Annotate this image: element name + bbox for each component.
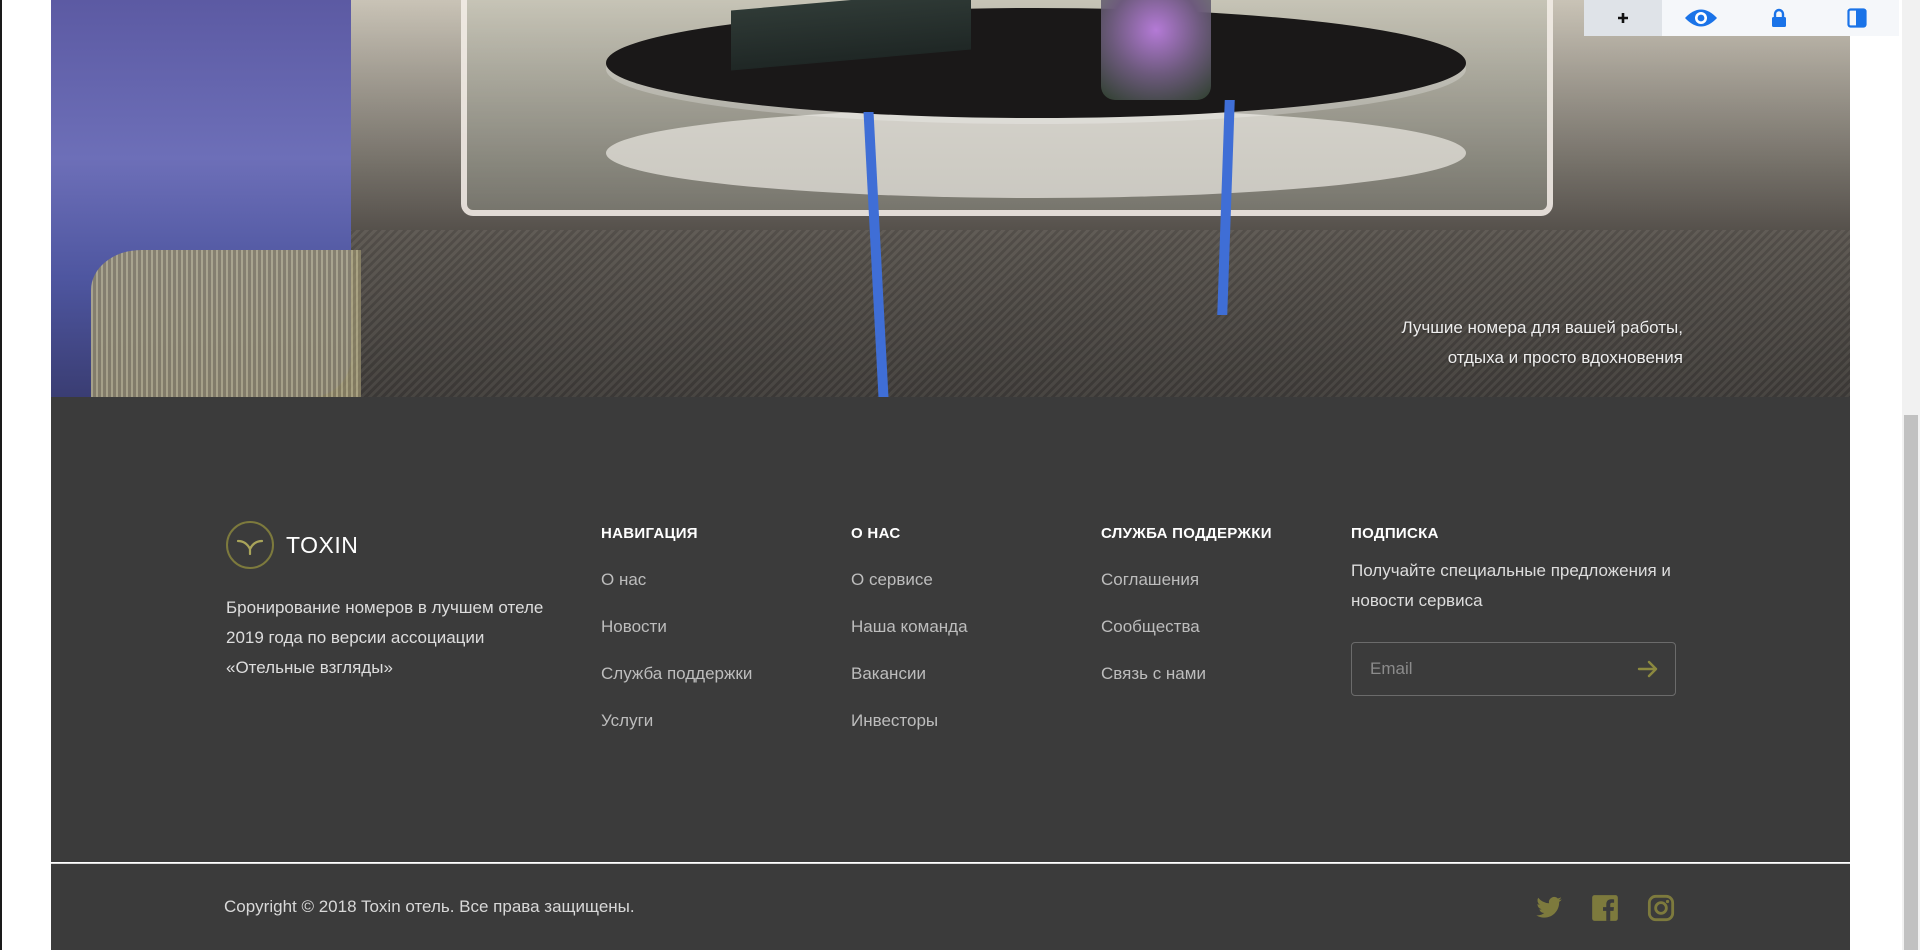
- extension-toolbar: [1584, 0, 1899, 36]
- footer-link-about-service[interactable]: О сервисе: [851, 570, 933, 589]
- brand-description: Бронирование номеров в лучшем отеле 2019…: [226, 598, 544, 677]
- footer-link-investors[interactable]: Инвесторы: [851, 711, 938, 730]
- brand-name: TOXIN: [286, 531, 359, 558]
- footer-link-team[interactable]: Наша команда: [851, 617, 968, 636]
- panel-button[interactable]: [1818, 0, 1896, 36]
- column-title: НАВИГАЦИЯ: [601, 525, 698, 542]
- add-button[interactable]: [1584, 0, 1662, 36]
- footer-link-communities[interactable]: Сообщества: [1101, 617, 1200, 636]
- logo[interactable]: TOXIN: [226, 521, 566, 569]
- window-left-edge: [0, 0, 2, 950]
- footer-bottom-bar: Copyright © 2018 Toxin отель. Все права …: [51, 863, 1850, 950]
- copyright-text: Copyright © 2018 Toxin отель. Все права …: [224, 897, 635, 916]
- hero-caption-line: Лучшие номера для вашей работы,: [1401, 318, 1683, 337]
- logo-icon: [226, 521, 274, 569]
- footer-column-about: О НАС О сервисе Наша команда Вакансии Ин…: [851, 525, 1081, 744]
- lock-button[interactable]: [1740, 0, 1818, 36]
- column-title: О НАС: [851, 525, 901, 542]
- page-scrollbar[interactable]: [1902, 0, 1920, 950]
- lock-icon: [1772, 8, 1786, 27]
- sofa-fringe-graphic: [91, 250, 361, 397]
- footer-brand: TOXIN Бронирование номеров в лучшем отел…: [226, 521, 566, 683]
- scrollbar-thumb[interactable]: [1904, 415, 1918, 950]
- footer-column-subscribe: ПОДПИСКА Получайте специальные предложен…: [1351, 525, 1681, 696]
- instagram-icon[interactable]: [1647, 894, 1675, 922]
- footer-link-contact[interactable]: Связь с нами: [1101, 664, 1206, 683]
- email-subscribe-form: [1351, 642, 1676, 696]
- hero-caption: Лучшие номера для вашей работы, отдыха и…: [1283, 313, 1683, 373]
- hero-caption-line: отдыха и просто вдохновения: [1447, 348, 1683, 367]
- footer-column-navigation: НАВИГАЦИЯ О нас Новости Служба поддержки…: [601, 525, 831, 744]
- subscribe-text: Получайте специальные предложения и ново…: [1351, 561, 1671, 610]
- plus-icon: [1618, 13, 1628, 23]
- footer-column-support: СЛУЖБА ПОДДЕРЖКИ Соглашения Сообщества С…: [1101, 525, 1331, 697]
- footer: TOXIN Бронирование номеров в лучшем отел…: [51, 397, 1850, 862]
- twitter-icon[interactable]: [1535, 894, 1563, 922]
- hero-image: Лучшие номера для вашей работы, отдыха и…: [51, 0, 1850, 397]
- footer-link-about[interactable]: О нас: [601, 570, 646, 589]
- footer-link-services[interactable]: Услуги: [601, 711, 653, 730]
- footer-link-news[interactable]: Новости: [601, 617, 667, 636]
- page: Лучшие номера для вашей работы, отдыха и…: [51, 0, 1850, 950]
- footer-link-support[interactable]: Служба поддержки: [601, 664, 752, 683]
- footer-link-agreements[interactable]: Соглашения: [1101, 570, 1199, 589]
- arrow-right-icon: [1637, 660, 1658, 678]
- social-links: [1535, 894, 1675, 922]
- eye-icon: [1685, 9, 1717, 27]
- email-input[interactable]: [1352, 659, 1621, 679]
- column-title: СЛУЖБА ПОДДЕРЖКИ: [1101, 525, 1272, 542]
- view-button[interactable]: [1662, 0, 1740, 36]
- table-shelf-graphic: [606, 108, 1466, 198]
- panel-icon: [1847, 8, 1867, 28]
- vase-graphic: [1101, 0, 1211, 100]
- footer-link-vacancies[interactable]: Вакансии: [851, 664, 926, 683]
- facebook-icon[interactable]: [1591, 894, 1619, 922]
- subscribe-submit-button[interactable]: [1621, 643, 1675, 695]
- column-title: ПОДПИСКА: [1351, 525, 1439, 542]
